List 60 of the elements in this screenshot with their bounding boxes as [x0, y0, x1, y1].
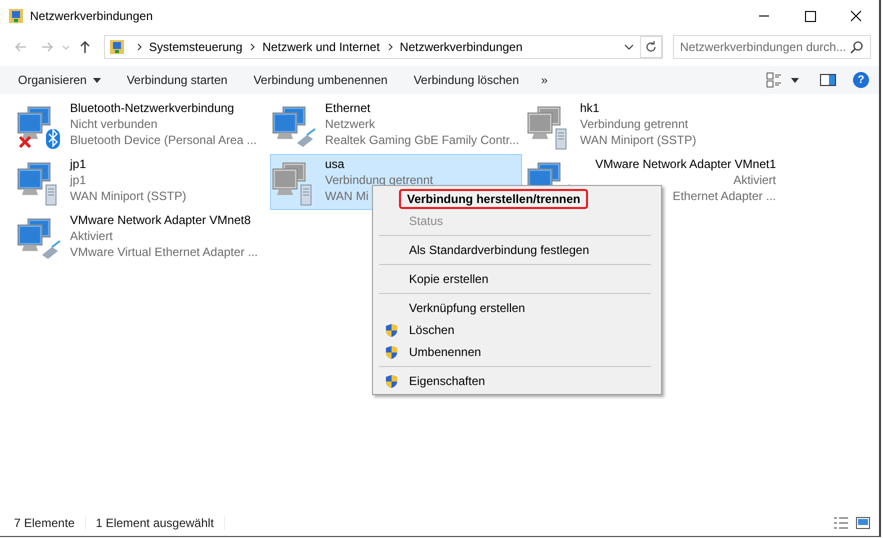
connection-name: Bluetooth-Netzwerkverbindung [70, 100, 234, 116]
toolbar-button[interactable]: Verbindung löschen [404, 69, 529, 91]
breadcrumb-chevron-icon[interactable] [248, 43, 256, 51]
connection-device: WAN Mi [325, 188, 369, 204]
connection-device: Ethernet Adapter ... [672, 188, 776, 204]
toolbar-button[interactable]: Verbindung starten [116, 69, 238, 91]
connection-device: VMware Virtual Ethernet Adapter ... [70, 244, 258, 260]
connection-status: Nicht verbunden [70, 116, 158, 132]
connection-name: VMware Network Adapter VMnet1 [595, 156, 776, 172]
connection-device: WAN Miniport (SSTP) [70, 188, 186, 204]
connection-status: Netzwerk [325, 116, 376, 132]
breadcrumb-item[interactable]: Systemsteuerung [149, 40, 242, 54]
connection-device: Bluetooth Device (Personal Area ... [70, 132, 257, 148]
breadcrumb-item[interactable]: Netzwerk und Internet [262, 40, 380, 54]
menu-item[interactable]: Löschen [373, 319, 661, 341]
connection-device: WAN Miniport (SSTP) [580, 132, 696, 148]
menu-item[interactable]: Verknüpfung erstellen [373, 297, 661, 319]
network-folder-icon [109, 39, 125, 55]
connection-name: hk1 [580, 100, 600, 116]
toolbar-button[interactable]: Verbindung umbenennen [243, 69, 398, 91]
connection-status: jp1 [70, 172, 86, 188]
network-folder-icon [8, 8, 24, 24]
help-button[interactable]: ? [853, 72, 869, 88]
connection-name: usa [325, 156, 344, 172]
window-title: Netzwerkverbindungen [30, 8, 153, 22]
refresh-button[interactable] [640, 36, 662, 58]
connection-name: VMware Network Adapter VMnet8 [70, 212, 251, 228]
search-field[interactable]: Netzwerkverbindungen durch... [673, 35, 871, 59]
large-icons-view-icon[interactable] [855, 516, 871, 530]
item-count: 7 Elemente [14, 516, 86, 530]
dropdown-chevron-icon[interactable] [624, 43, 634, 51]
caret-icon[interactable] [791, 78, 799, 82]
connection-item[interactable]: hk1 Verbindung getrennt WAN Miniport (SSTP) [525, 98, 777, 154]
connection-status: Aktiviert [733, 172, 776, 188]
address-bar[interactable]: Systemsteuerung Netzwerk und Internet Netzwerkverbindungen [104, 35, 663, 59]
connection-device: Realtek Gaming GbE Family Contr... [325, 132, 520, 148]
connection-name: Ethernet [325, 100, 370, 116]
breadcrumb-chevron-icon[interactable] [386, 43, 394, 51]
connection-status: Verbindung getrennt [325, 172, 434, 188]
breadcrumb-item[interactable]: Netzwerkverbindungen [400, 40, 523, 54]
connection-name: jp1 [70, 156, 86, 172]
connection-item[interactable]: Ethernet Netzwerk Realtek Gaming GbE Family Contr... [270, 98, 522, 154]
menu-item[interactable]: Als Standardverbindung festlegen [373, 239, 661, 261]
caret-icon [92, 78, 101, 82]
menu-item[interactable]: Kopie erstellen [373, 268, 661, 290]
details-view-icon[interactable] [833, 516, 849, 530]
menu-item[interactable]: Eigenschaften [373, 370, 661, 392]
connection-status: Aktiviert [70, 228, 113, 244]
preview-pane-icon[interactable] [819, 72, 837, 88]
menu-item[interactable]: Umbenennen [373, 341, 661, 363]
breadcrumb-chevron-icon[interactable] [135, 43, 143, 51]
connection-status: Verbindung getrennt [580, 116, 688, 132]
selection-count: 1 Element ausgewählt [96, 516, 225, 530]
toolbar-button[interactable]: Organisieren [8, 69, 111, 91]
view-options-icon[interactable] [765, 72, 783, 88]
more-button[interactable]: » [531, 69, 558, 91]
connection-item[interactable]: Bluetooth-Netzwerkverbindung Nicht verbunden Bluetooth Device (Personal Area ... [15, 98, 267, 154]
connection-item[interactable]: VMware Network Adapter VMnet8 Aktiviert VMware Virtual Ethernet Adapter ... [15, 210, 267, 266]
connection-item[interactable]: jp1 jp1 WAN Miniport (SSTP) [15, 154, 267, 210]
search-icon [850, 40, 864, 54]
